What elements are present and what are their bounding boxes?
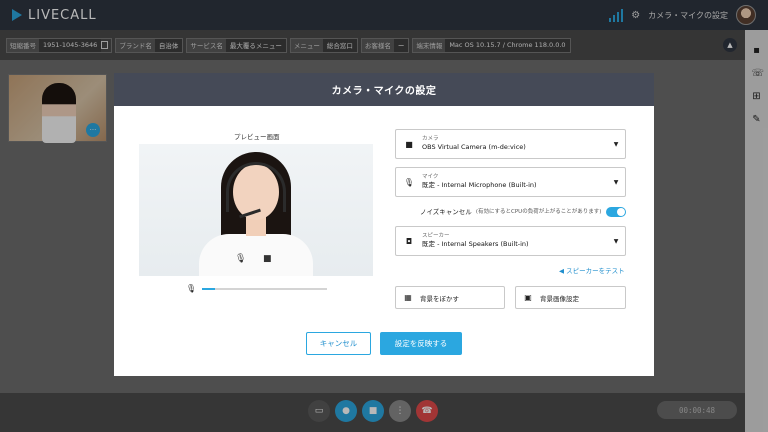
speaker-label: スピーカー (422, 233, 450, 239)
preview-person-body (199, 234, 313, 276)
microphone-icon: 🎙 (403, 177, 415, 187)
mic-level-track (202, 287, 328, 290)
camera-value: OBS Virtual Camera (m-de:vice) (422, 143, 526, 151)
camera-icon: ■ (263, 254, 272, 264)
apply-settings-button[interactable]: 設定を反映する (380, 332, 462, 355)
preview-title: プレビュー画面 (234, 133, 280, 141)
image-icon: ▣ (524, 293, 532, 302)
speaker-test-link[interactable]: ◀ スピーカーをテスト (559, 265, 625, 275)
speaker-icon: ◘ (405, 236, 413, 246)
noise-cancel-note: (有効にするとCPUの負荷が上がることがあります) (475, 209, 602, 215)
mic-level-meter: 🎙 (186, 284, 328, 293)
microphone-icon: 🎙 (186, 284, 197, 293)
noise-cancel-row: ノイズキャンセル (有効にするとCPUの負荷が上がることがあります) (420, 206, 601, 216)
noise-cancel-toggle[interactable] (606, 207, 626, 217)
speaker-select[interactable]: ◘ スピーカー 既定 - Internal Speakers (Built-in… (395, 226, 626, 256)
camera-select[interactable]: ■ カメラ OBS Virtual Camera (m-de:vice) ▼ (395, 129, 626, 159)
mic-level-fill (202, 287, 215, 290)
blur-icon: ▦ (404, 293, 412, 302)
speaker-value: 既定 - Internal Speakers (Built-in) (422, 240, 529, 248)
background-image-button[interactable]: ▣ 背景画像設定 (515, 286, 626, 309)
noise-cancel-label: ノイズキャンセル (420, 208, 472, 216)
dropdown-arrow-icon: ▼ (613, 140, 619, 148)
camera-mic-settings-modal: カメラ・マイクの設定 プレビュー画面 🎙 ■ 🎙 ■ カメラ OBS Virtu… (114, 73, 654, 376)
mic-select[interactable]: 🎙 マイク 既定 - Internal Microphone (Built-in… (395, 167, 626, 197)
mic-value: 既定 - Internal Microphone (Built-in) (422, 181, 537, 189)
modal-title: カメラ・マイクの設定 (114, 73, 654, 106)
dropdown-arrow-icon: ▼ (613, 237, 619, 245)
dropdown-arrow-icon: ▼ (613, 178, 619, 186)
cancel-button[interactable]: キャンセル (306, 332, 371, 355)
microphone-icon: 🎙 (235, 254, 247, 264)
background-image-label: 背景画像設定 (540, 294, 579, 303)
toggle-knob (617, 208, 625, 216)
mic-label: マイク (422, 174, 439, 180)
camera-label: カメラ (422, 136, 439, 142)
background-blur-label: 背景をぼかす (420, 294, 459, 303)
background-blur-button[interactable]: ▦ 背景をぼかす (395, 286, 505, 309)
camera-preview: 🎙 ■ (139, 144, 373, 276)
camera-icon: ■ (405, 139, 413, 149)
